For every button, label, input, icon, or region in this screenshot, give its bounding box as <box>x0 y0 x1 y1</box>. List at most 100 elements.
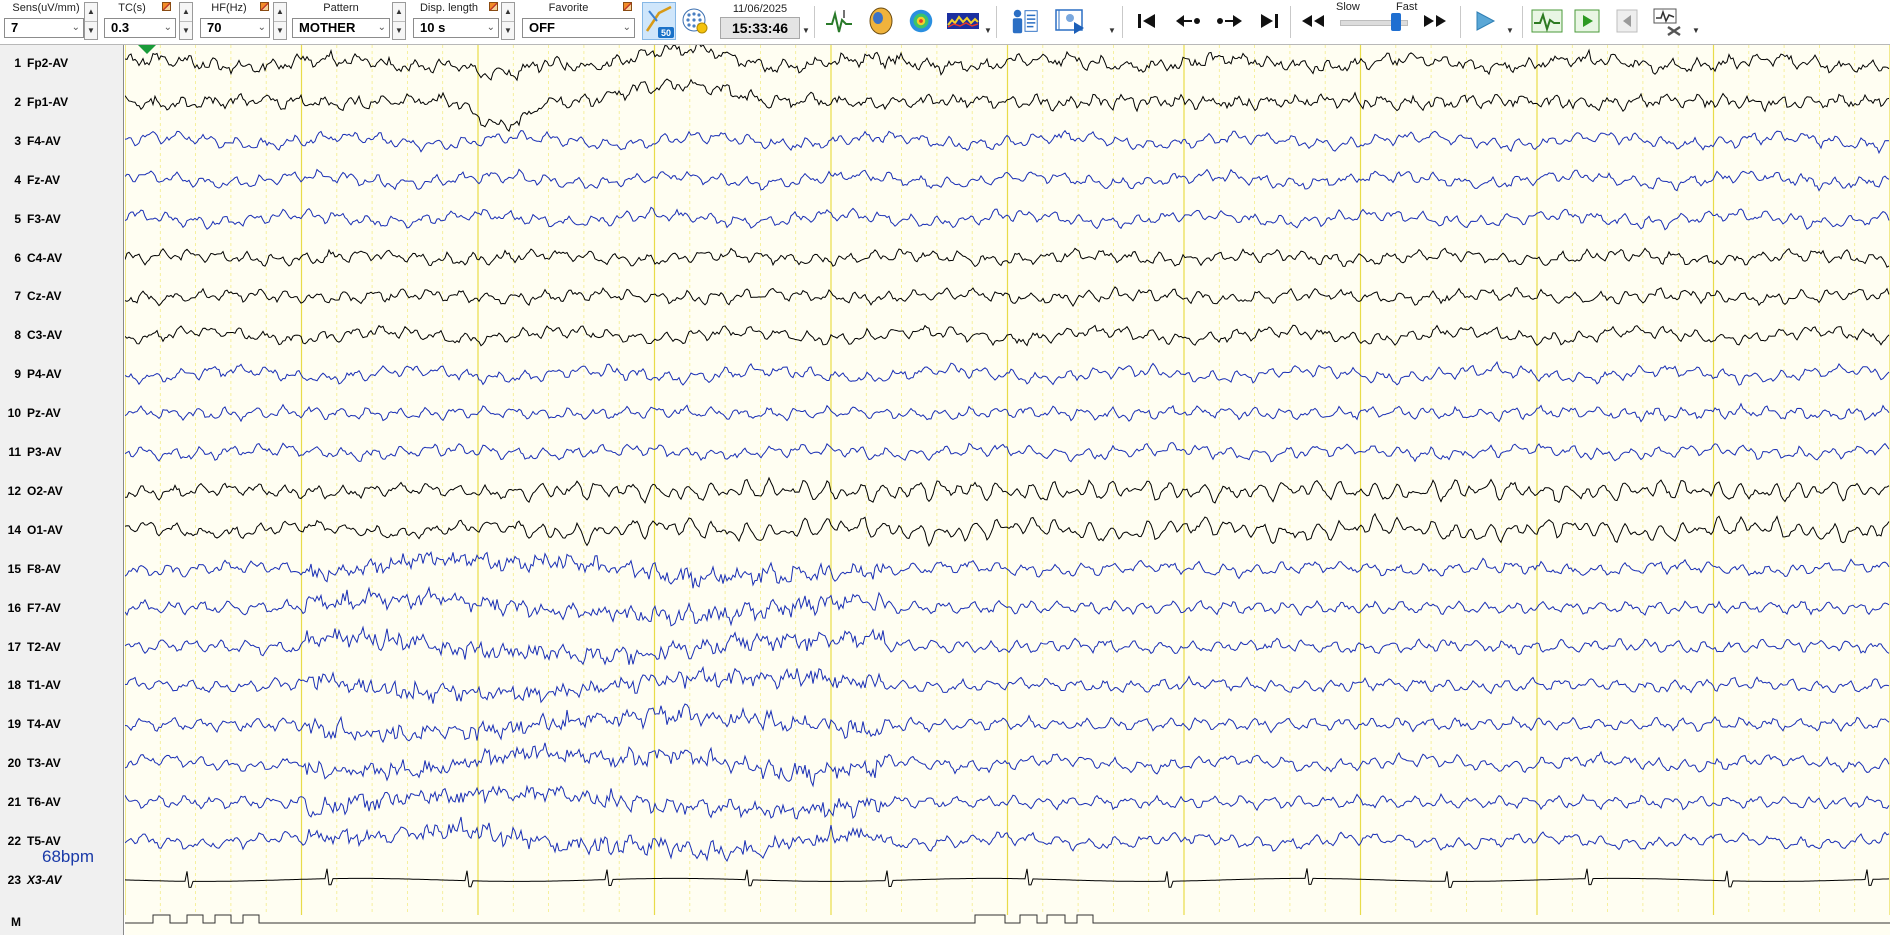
channel-row[interactable]: 20 T3-AV <box>0 753 124 773</box>
channel-number: 23 <box>7 872 21 887</box>
tools-icon[interactable] <box>1652 4 1686 38</box>
channel-number: 3 <box>14 133 21 148</box>
sens-value: 7 <box>11 20 19 35</box>
hf-spinner[interactable]: ▲ ▼ <box>273 2 287 40</box>
channel-number: 1 <box>14 56 21 70</box>
chevron-down-icon: ⌄ <box>71 22 80 33</box>
speed-slow-label: Slow <box>1336 1 1360 13</box>
channel-row[interactable]: 23 X3-AV <box>0 870 124 890</box>
record-play-icon[interactable] <box>1572 4 1602 38</box>
topography-icon[interactable] <box>906 4 936 38</box>
sens-select[interactable]: 7 ⌄ <box>4 18 84 38</box>
patient-info-icon[interactable] <box>1010 4 1040 38</box>
disp-length-select[interactable]: 10 s ⌄ <box>413 18 499 38</box>
toolbar-divider <box>814 6 815 38</box>
toolbar-divider <box>1522 6 1523 38</box>
tc-control: TC(s) 0.3 ⌄ <box>104 0 180 44</box>
channel-row[interactable]: 1 Fp2-AV <box>0 53 124 73</box>
fast-forward-icon[interactable] <box>1418 8 1452 34</box>
first-page-icon[interactable] <box>1130 8 1164 34</box>
play-dropdown-icon[interactable]: ▼ <box>1506 26 1514 35</box>
edit-pencil-icon[interactable] <box>489 2 498 11</box>
channel-row[interactable]: 14 O1-AV <box>0 520 124 540</box>
favorite-select[interactable]: OFF ⌄ <box>522 18 635 38</box>
pattern-spinner[interactable]: ▲ ▼ <box>392 2 406 40</box>
hf-select[interactable]: 70 ⌄ <box>200 18 270 38</box>
channel-name: O1-AV <box>27 522 63 537</box>
waveform-select-icon[interactable] <box>824 4 854 38</box>
tools-dropdown-icon[interactable]: ▼ <box>1692 26 1700 35</box>
play-icon[interactable] <box>1468 8 1502 34</box>
analysis-dropdown-icon[interactable]: ▼ <box>984 26 992 35</box>
disp-length-spinner[interactable]: ▲ ▼ <box>501 2 515 40</box>
disp-length-value: 10 s <box>420 20 446 35</box>
channel-name: Cz-AV <box>27 289 62 304</box>
channel-number: 6 <box>14 250 21 265</box>
edit-pencil-icon[interactable] <box>260 2 269 11</box>
edit-pencil-icon[interactable] <box>623 2 632 11</box>
video-icon[interactable] <box>1054 4 1088 38</box>
speed-slider-thumb[interactable] <box>1391 13 1402 31</box>
disp-length-control: Disp. length 10 s ⌄ <box>413 0 499 44</box>
pattern-select[interactable]: MOTHER ⌄ <box>292 18 390 38</box>
channel-number: 19 <box>7 717 21 732</box>
channel-row[interactable]: 12 O2-AV <box>0 481 124 501</box>
sens-spinner[interactable]: ▲ ▼ <box>84 2 98 40</box>
step-back-icon[interactable] <box>1172 8 1206 34</box>
rewind-icon[interactable] <box>1296 8 1330 34</box>
channel-name: F4-AV <box>27 133 61 148</box>
channel-row[interactable]: 3 F4-AV <box>0 131 124 151</box>
channel-row[interactable]: 4 Fz-AV <box>0 170 124 190</box>
spectrum-icon[interactable] <box>946 4 980 38</box>
heart-rate-readout: 68bpm <box>42 847 94 866</box>
channel-number: M <box>11 915 21 929</box>
tc-spinner[interactable]: ▲ ▼ <box>179 2 193 40</box>
time-display[interactable]: 15:33:46 <box>720 17 800 39</box>
channel-row[interactable]: 5 F3-AV <box>0 209 124 229</box>
channel-number: 20 <box>7 756 21 771</box>
channel-row[interactable]: 16 F7-AV <box>0 598 124 618</box>
channel-label-panel: 1 Fp2-AV 2 Fp1-AV 3 F4-AV 4 Fz-AV 5 F3-AV 6 C4-AV 7 C… <box>0 45 124 935</box>
speed-fast-label: Fast <box>1396 1 1418 13</box>
tc-select[interactable]: 0.3 ⌄ <box>104 18 176 38</box>
channel-row[interactable]: 6 C4-AV <box>0 248 124 268</box>
time-cursor-marker <box>138 45 156 54</box>
channel-row[interactable]: 7 Cz-AV <box>0 286 124 306</box>
chevron-down-icon: ⌄ <box>486 22 495 33</box>
media-dropdown-icon[interactable]: ▼ <box>1108 26 1116 35</box>
channel-number: 14 <box>7 522 21 537</box>
channel-row[interactable]: 18 T1-AV <box>0 675 124 695</box>
favorite-value: OFF <box>529 20 555 35</box>
toolbar: Sens(uV/mm) 7 ⌄ ▲ ▼ TC(s) 0.3 ⌄ ▲ ▼ HF(Hz)… <box>0 0 1890 45</box>
channel-name: C4-AV <box>27 250 63 265</box>
channel-row[interactable]: 10 Pz-AV <box>0 403 124 423</box>
channel-row[interactable]: 19 T4-AV <box>0 714 124 734</box>
electrode-map-icon[interactable] <box>680 4 710 38</box>
prev-frame-icon[interactable] <box>1612 4 1642 38</box>
step-forward-icon[interactable] <box>1212 8 1246 34</box>
toolbar-divider <box>1290 6 1291 38</box>
channel-number: 12 <box>7 483 21 498</box>
channel-row[interactable]: 21 T6-AV <box>0 792 124 812</box>
channel-row[interactable]: 9 P4-AV <box>0 364 124 384</box>
eeg-trace-area[interactable] <box>125 45 1890 935</box>
chevron-down-icon: ⌄ <box>163 22 172 33</box>
channel-row[interactable]: M <box>0 912 124 932</box>
channel-name: Fp2-AV <box>27 56 69 70</box>
channel-name: T3-AV <box>27 756 61 771</box>
filter-badge: 50 <box>661 28 671 38</box>
channel-row[interactable]: 17 T2-AV <box>0 637 124 657</box>
time-dropdown-icon[interactable]: ▼ <box>802 26 810 35</box>
head-map-icon[interactable] <box>866 4 896 38</box>
edit-pencil-icon[interactable] <box>162 2 171 11</box>
montage-wave-icon[interactable] <box>1530 4 1564 38</box>
toolbar-divider <box>996 6 997 38</box>
channel-row[interactable]: 2 Fp1-AV <box>0 92 124 112</box>
last-page-icon[interactable] <box>1252 8 1286 34</box>
channel-row[interactable]: 8 C3-AV <box>0 325 124 345</box>
channel-row[interactable]: 11 P3-AV <box>0 442 124 462</box>
filter-toggle-icon[interactable]: 50 <box>642 2 676 40</box>
channel-row[interactable]: 15 F8-AV <box>0 559 124 579</box>
channel-name: F3-AV <box>27 211 61 226</box>
channel-number: 17 <box>7 639 21 654</box>
